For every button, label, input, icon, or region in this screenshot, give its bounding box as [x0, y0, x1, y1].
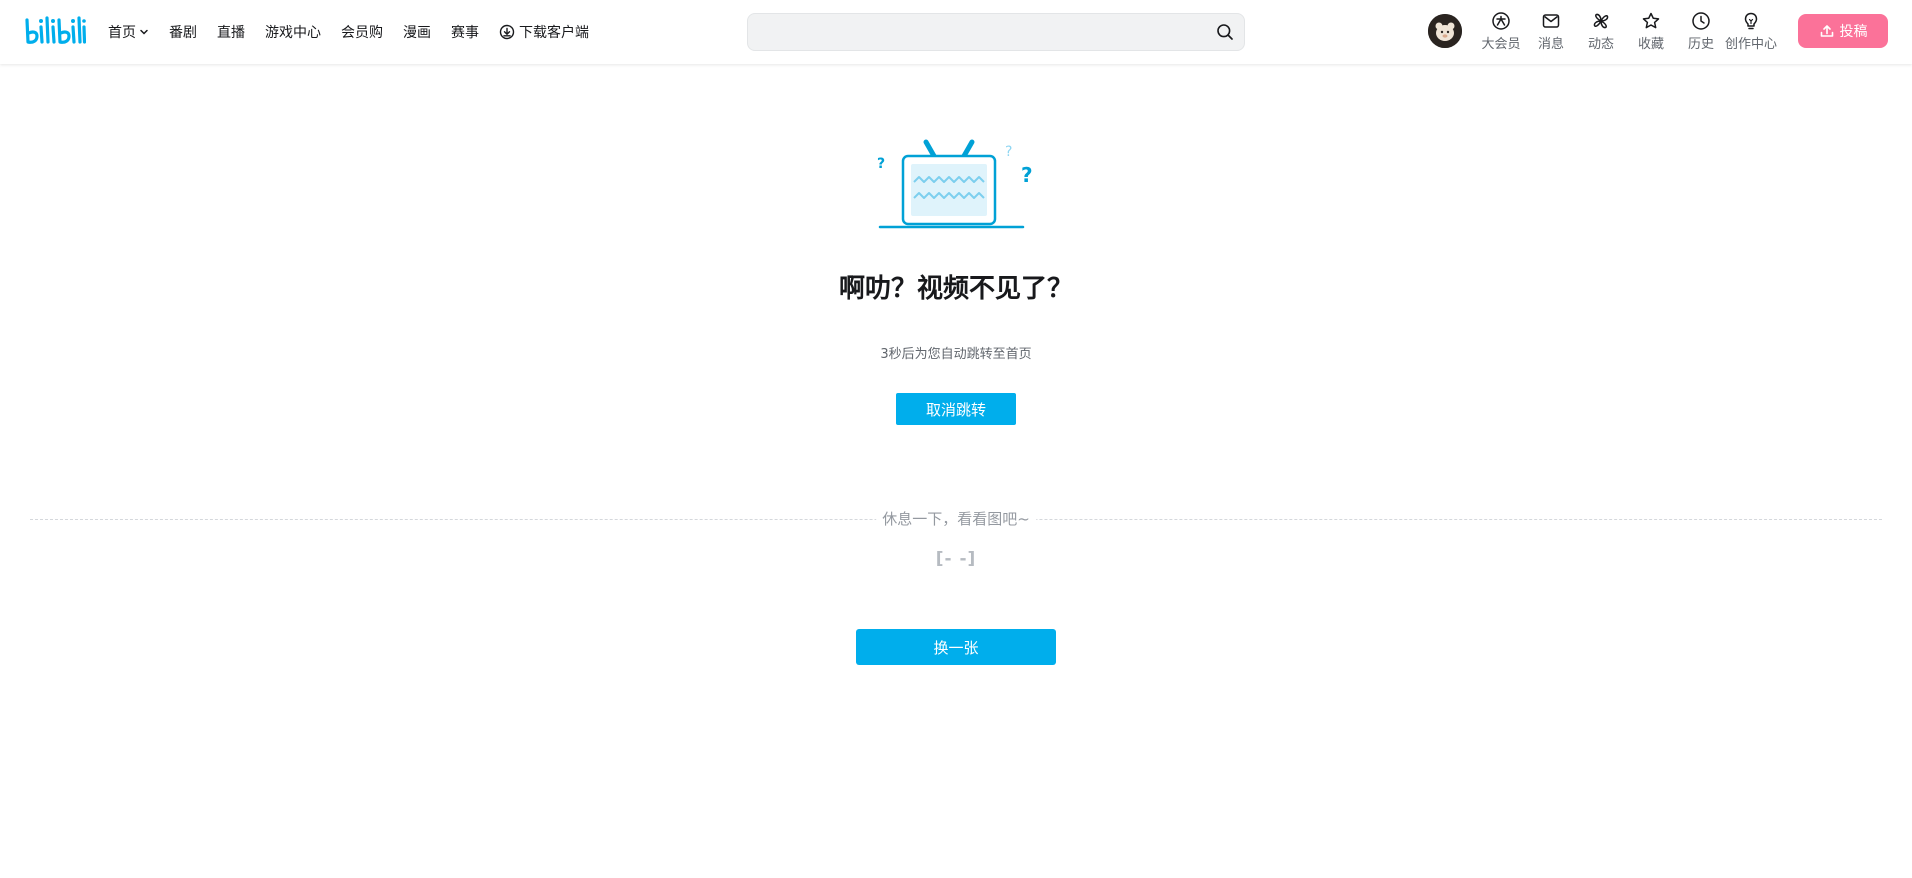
entry-favorites-label: 收藏 — [1637, 37, 1664, 52]
bilibili-logo[interactable] — [24, 14, 86, 48]
vip-icon — [1490, 10, 1512, 32]
search-button[interactable] — [1214, 21, 1236, 43]
entry-favorites[interactable]: 收藏 — [1626, 10, 1676, 54]
nav-home[interactable]: 首页 — [108, 22, 149, 42]
upload-button[interactable]: 投稿 — [1798, 14, 1888, 48]
placeholder-emoticon: [- -] — [935, 549, 977, 569]
entry-history[interactable]: 历史 — [1676, 10, 1726, 54]
entry-creator-center-label: 创作中心 — [1725, 37, 1778, 52]
change-image-button[interactable]: 换一张 — [856, 629, 1056, 665]
broken-tv-illustration: ? ? ? — [874, 138, 1040, 230]
search-input[interactable] — [760, 22, 1184, 44]
svg-text:?: ? — [1005, 144, 1012, 160]
divider-text: 休息一下，看看图吧~ — [876, 508, 1036, 530]
entry-dynamic[interactable]: 动态 — [1576, 10, 1626, 54]
nav-manga[interactable]: 漫画 — [403, 22, 431, 42]
dynamic-icon — [1590, 10, 1612, 32]
upload-label: 投稿 — [1839, 24, 1868, 40]
entry-vip-label: 大会员 — [1481, 37, 1521, 52]
nav-mall-label: 会员购 — [341, 25, 383, 41]
nav-home-label: 首页 — [108, 25, 136, 41]
rest-divider: 休息一下，看看图吧~ — [30, 508, 1882, 530]
star-icon — [1640, 10, 1662, 32]
nav-live-label: 直播 — [217, 25, 245, 41]
nav-game-center[interactable]: 游戏中心 — [265, 22, 321, 42]
search-bar — [747, 13, 1245, 51]
search-icon — [1217, 24, 1233, 40]
svg-text:?: ? — [1021, 163, 1033, 187]
change-image-label: 换一张 — [933, 638, 979, 657]
nav-manga-label: 漫画 — [403, 25, 431, 41]
nav-download-label: 下载客户端 — [519, 25, 589, 41]
cancel-redirect-label: 取消跳转 — [925, 400, 986, 419]
chevron-down-icon — [140, 29, 148, 35]
entry-message-label: 消息 — [1537, 37, 1564, 52]
nav-match[interactable]: 赛事 — [451, 22, 479, 42]
message-icon — [1540, 10, 1562, 32]
error-title: 啊叻？视频不见了？ — [838, 274, 1073, 304]
cancel-redirect-button[interactable]: 取消跳转 — [896, 393, 1016, 425]
entry-vip[interactable]: 大会员 — [1476, 10, 1526, 54]
nav-bangumi[interactable]: 番剧 — [169, 22, 197, 42]
upload-icon — [1820, 25, 1833, 37]
nav-download-client[interactable]: 下载客户端 — [499, 22, 589, 42]
download-icon — [499, 24, 515, 40]
entry-history-label: 历史 — [1687, 37, 1714, 52]
entry-dynamic-label: 动态 — [1587, 37, 1614, 52]
main-nav: 首页 番剧 直播 游戏中心 会员购 漫画 赛事 下载客户端 — [108, 0, 609, 64]
nav-live[interactable]: 直播 — [217, 22, 245, 42]
top-header: 首页 番剧 直播 游戏中心 会员购 漫画 赛事 下载客户端 大会员 消息 动态 … — [0, 0, 1912, 64]
nav-mall[interactable]: 会员购 — [341, 22, 383, 42]
lightbulb-icon — [1740, 10, 1762, 32]
header-right-entries: 大会员 消息 动态 收藏 历史 创作中心 — [1476, 10, 1778, 54]
clock-icon — [1690, 10, 1712, 32]
redirect-countdown-text: 3秒后为您自动跳转至首页 — [880, 347, 1032, 362]
entry-message[interactable]: 消息 — [1526, 10, 1576, 54]
nav-game-center-label: 游戏中心 — [265, 25, 321, 41]
nav-bangumi-label: 番剧 — [169, 25, 197, 41]
entry-creator-center[interactable]: 创作中心 — [1725, 10, 1778, 54]
svg-text:?: ? — [877, 156, 885, 172]
nav-match-label: 赛事 — [451, 25, 479, 41]
user-avatar[interactable] — [1428, 14, 1462, 48]
